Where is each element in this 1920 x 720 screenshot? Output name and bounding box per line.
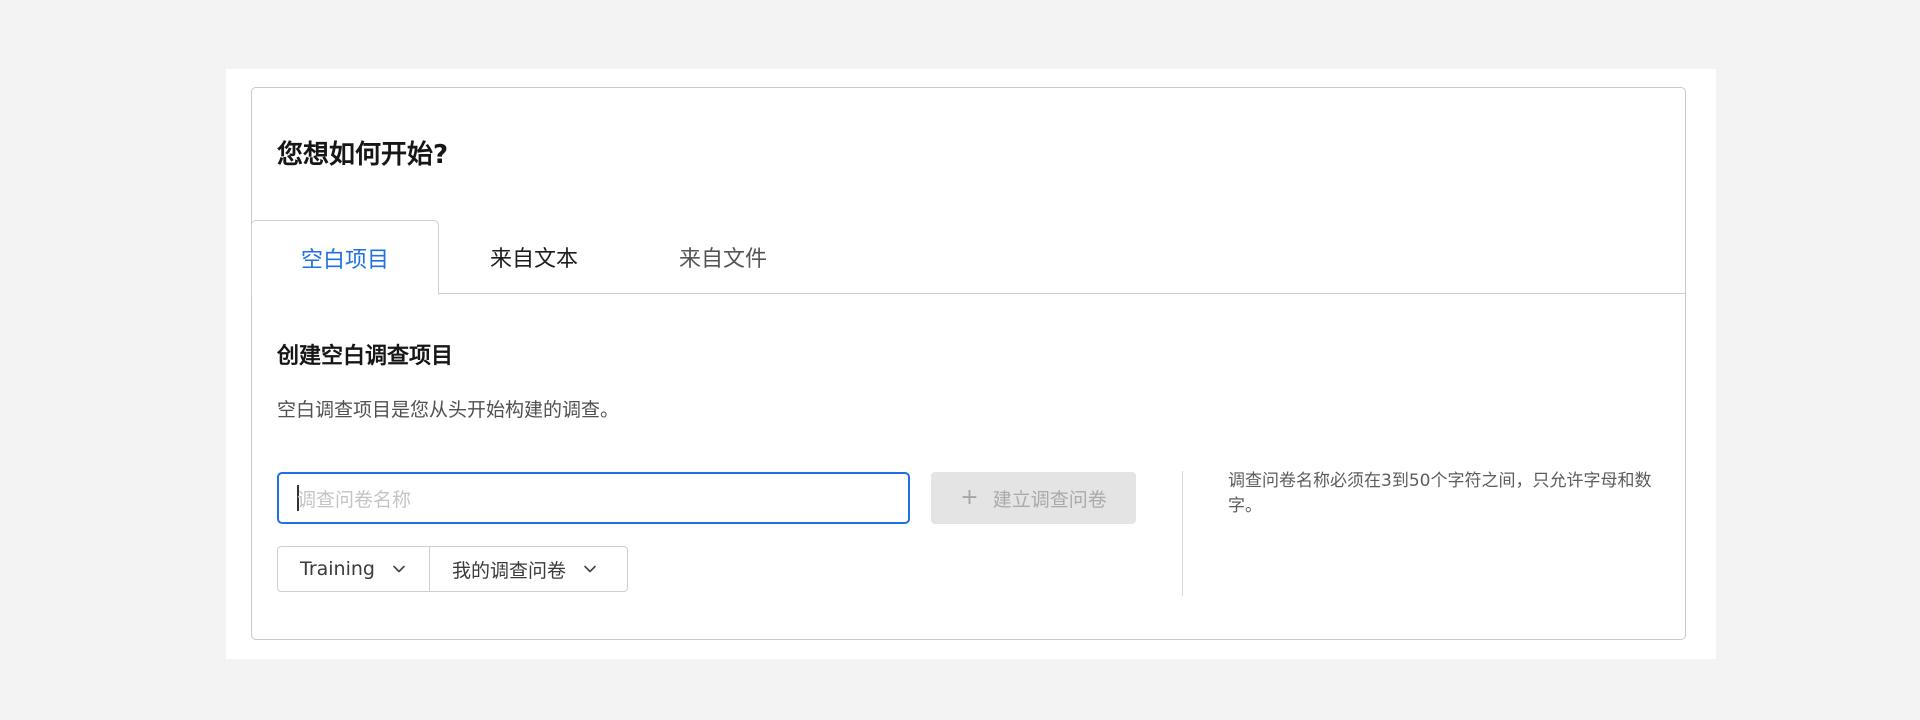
tab-from-text[interactable]: 来自文本 [440,220,628,294]
folder-select-value: 我的调查问卷 [452,559,567,582]
section-title: 创建空白调查项目 [277,344,454,369]
training-select[interactable]: Training [277,546,430,592]
training-select-value: Training [300,558,375,580]
survey-name-placeholder: 调查问卷名称 [297,488,412,511]
chevron-down-icon [584,565,596,573]
tab-from-file[interactable]: 来自文件 [629,220,817,294]
create-survey-button[interactable]: + 建立调查问卷 [931,472,1136,524]
tab-label: 空白项目 [300,247,389,273]
create-survey-label: 建立调查问卷 [992,488,1107,511]
folder-select[interactable]: 我的调查问卷 [429,546,628,592]
start-card: 您想如何开始? 空白项目 来自文本 来自文件 创建空白调查项目 空白调查项目是您… [251,87,1686,640]
tab-blank-project[interactable]: 空白项目 [251,220,439,295]
page-title: 您想如何开始? [277,140,449,170]
tab-label: 来自文件 [678,247,767,272]
name-rule-hint: 调查问卷名称必须在3到50个字符之间，只允许字母和数字。 [1228,471,1652,516]
plus-icon: + [960,485,979,510]
section-description: 空白调查项目是您从头开始构建的调查。 [277,399,620,421]
chevron-down-icon [393,565,405,573]
page-frame: 您想如何开始? 空白项目 来自文本 来自文件 创建空白调查项目 空白调查项目是您… [226,69,1716,659]
survey-name-input[interactable]: 调查问卷名称 [277,472,910,524]
vertical-divider [1182,471,1183,596]
tab-label: 来自文本 [489,247,578,272]
